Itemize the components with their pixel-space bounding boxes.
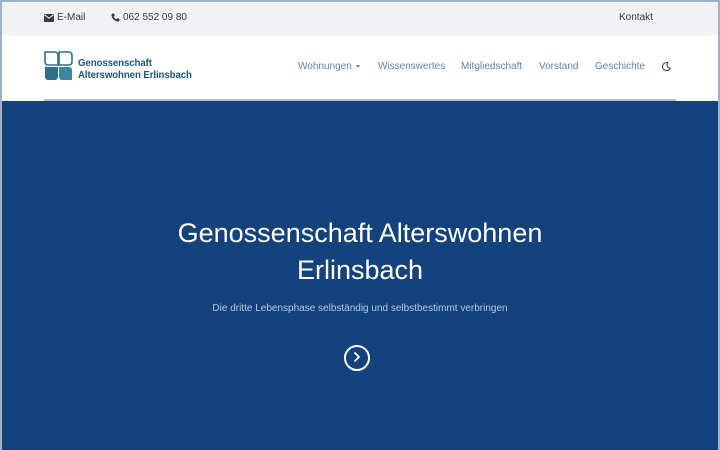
nav-item-label: Mitgliedschaft	[461, 61, 523, 72]
phone-label: 062 552 09 80	[123, 12, 187, 23]
nav-item-wissenswertes[interactable]: Wissenswertes	[378, 61, 445, 72]
nav-item-label: Geschichte	[595, 61, 646, 72]
logo-mark-icon	[44, 51, 73, 86]
site-header: Genossenschaft Alterswohnen Erlinsbach W…	[2, 35, 718, 101]
theme-toggle-button[interactable]	[662, 62, 672, 74]
nav-item-mitgliedschaft[interactable]: Mitgliedschaft	[461, 61, 522, 72]
nav-item-label: Wissenswertes	[378, 61, 446, 72]
envelope-icon	[44, 13, 54, 23]
hero-title: Genossenschaft Alterswohnen Erlinsbach	[2, 215, 718, 289]
contact-link[interactable]: Kontakt	[619, 12, 653, 23]
hero-section: Genossenschaft Alterswohnen Erlinsbach D…	[2, 101, 718, 450]
nav-item-vorstand[interactable]: Vorstand	[539, 61, 578, 72]
caret-down-icon	[355, 64, 360, 68]
phone-link[interactable]: 062 552 09 80	[110, 12, 187, 23]
chevron-right-icon	[353, 349, 361, 367]
site-logo[interactable]: Genossenschaft Alterswohnen Erlinsbach	[44, 51, 202, 86]
logo-line-2: Alterswohnen Erlinsbach	[78, 68, 192, 81]
contact-label: Kontakt	[619, 12, 653, 23]
page: E-Mail 062 552 09 80 Kontakt Genossensch…	[0, 0, 720, 450]
nav-item-wohnungen[interactable]: Wohnungen	[298, 61, 360, 72]
nav-item-label: Vorstand	[539, 61, 579, 72]
top-bar: E-Mail 062 552 09 80 Kontakt	[2, 2, 718, 35]
scroll-next-button[interactable]	[344, 345, 370, 371]
logo-line-1: Genossenschaft	[78, 56, 152, 69]
nav-item-label: Wohnungen	[298, 61, 352, 72]
email-link[interactable]: E-Mail	[44, 12, 85, 23]
moon-icon	[662, 62, 672, 74]
phone-icon	[110, 13, 120, 23]
hero-title-line-2: Erlinsbach	[296, 255, 424, 285]
hero-subtitle: Die dritte Lebensphase selbständig und s…	[212, 303, 508, 314]
email-label: E-Mail	[57, 12, 86, 23]
logo-text: Genossenschaft Alterswohnen Erlinsbach	[78, 57, 192, 81]
nav-item-geschichte[interactable]: Geschichte	[595, 61, 645, 72]
hero-title-line-1: Genossenschaft Alterswohnen	[177, 218, 543, 248]
